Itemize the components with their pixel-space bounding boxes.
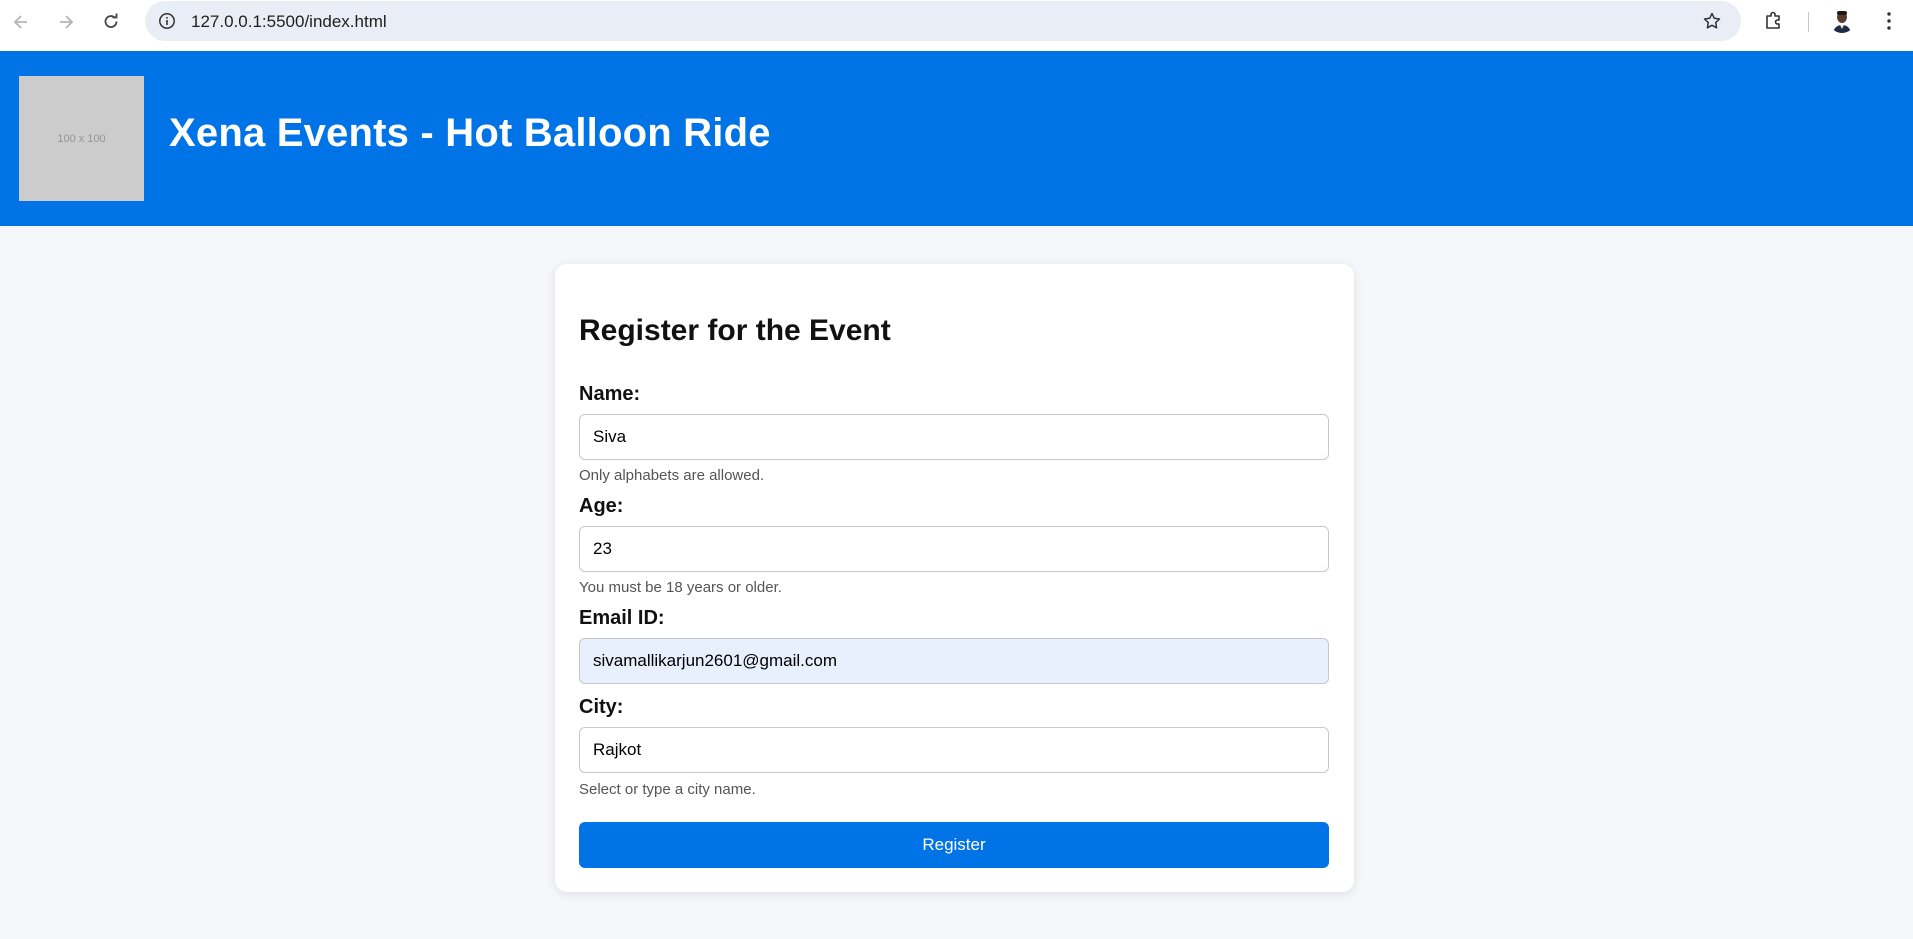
email-input[interactable] (579, 638, 1329, 684)
site-header: 100 x 100 Xena Events - Hot Balloon Ride (0, 51, 1913, 226)
registration-card: Register for the Event Name: Only alphab… (555, 264, 1354, 892)
city-label: City: (579, 696, 624, 718)
form-heading: Register for the Event (579, 314, 891, 347)
puzzle-icon[interactable] (1762, 9, 1786, 33)
info-icon[interactable] (157, 11, 177, 31)
name-hint: Only alphabets are allowed. (579, 467, 765, 484)
url-text[interactable]: 127.0.0.1:5500/index.html (191, 12, 387, 32)
name-label: Name: (579, 383, 641, 405)
star-icon[interactable] (1701, 10, 1723, 32)
age-label: Age: (579, 495, 624, 517)
city-input[interactable] (579, 727, 1329, 773)
reload-icon[interactable] (99, 10, 123, 34)
city-hint: Select or type a city name. (579, 781, 756, 798)
logo-placeholder-text: 100 x 100 (57, 132, 106, 145)
toolbar-divider (1808, 12, 1809, 32)
profile-avatar[interactable] (1829, 7, 1855, 33)
email-label: Email ID: (579, 607, 665, 629)
kebab-menu-icon[interactable] (1877, 9, 1901, 33)
age-input[interactable] (579, 526, 1329, 572)
address-bar[interactable]: 127.0.0.1:5500/index.html (145, 1, 1741, 41)
forward-arrow-icon[interactable] (54, 10, 78, 34)
site-title: Xena Events - Hot Balloon Ride (169, 111, 771, 155)
age-hint: You must be 18 years or older. (579, 579, 782, 596)
back-arrow-icon[interactable] (9, 10, 33, 34)
browser-toolbar: 127.0.0.1:5500/index.html (0, 0, 1913, 52)
name-input[interactable] (579, 414, 1329, 460)
logo-placeholder: 100 x 100 (19, 76, 144, 201)
register-button[interactable]: Register (579, 822, 1329, 868)
